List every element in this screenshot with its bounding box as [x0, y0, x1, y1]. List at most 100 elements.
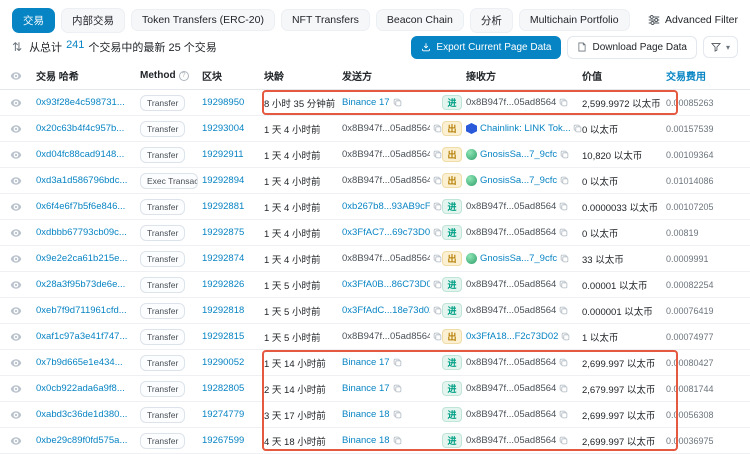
- to-address-link[interactable]: 0x8B947f...05ad8564: [466, 383, 556, 394]
- info-icon[interactable]: ?: [178, 70, 189, 81]
- tab-token-transfers[interactable]: Token Transfers (ERC-20): [131, 9, 275, 31]
- eye-icon[interactable]: [10, 357, 36, 369]
- copy-icon[interactable]: [560, 254, 569, 263]
- method-badge[interactable]: Transfer: [140, 250, 186, 267]
- tx-hash-link[interactable]: 0x28a3f95b73de6e...: [36, 279, 125, 290]
- copy-icon[interactable]: [433, 306, 442, 315]
- eye-icon[interactable]: [10, 331, 36, 343]
- from-address-link[interactable]: 0x8B947f...05ad8564: [342, 331, 430, 342]
- copy-icon[interactable]: [393, 98, 402, 107]
- block-link[interactable]: 19282805: [202, 383, 244, 394]
- to-address-link[interactable]: 0x8B947f...05ad8564: [466, 409, 556, 420]
- filter-dropdown-button[interactable]: ▾: [702, 36, 738, 58]
- method-badge[interactable]: Transfer: [140, 224, 186, 241]
- from-address-link[interactable]: Binance 17: [342, 97, 390, 108]
- tx-hash-link[interactable]: 0x6f4e6f7b5f6e846...: [36, 201, 125, 212]
- eye-icon[interactable]: [10, 70, 36, 82]
- block-link[interactable]: 19292911: [202, 149, 244, 160]
- tx-hash-link[interactable]: 0xdbbb67793cb09c...: [36, 227, 127, 238]
- block-link[interactable]: 19292875: [202, 227, 244, 238]
- tab-analytics[interactable]: 分析: [469, 7, 513, 33]
- copy-icon[interactable]: [559, 436, 568, 445]
- tx-hash-link[interactable]: 0xbe29c89f0fd575a...: [36, 435, 127, 446]
- method-badge[interactable]: Transfer: [140, 276, 186, 293]
- from-address-link[interactable]: 0x8B947f...05ad8564: [342, 123, 430, 134]
- method-badge[interactable]: Transfer: [140, 354, 186, 371]
- to-address-link[interactable]: GnosisSa...7_9cfc: [480, 149, 557, 160]
- block-link[interactable]: 19292815: [202, 331, 244, 342]
- block-link[interactable]: 19293004: [202, 123, 244, 134]
- from-address-link[interactable]: 0x8B947f...05ad8564: [342, 175, 430, 186]
- method-badge[interactable]: Transfer: [140, 406, 186, 423]
- tab-nft-transfers[interactable]: NFT Transfers: [280, 9, 370, 31]
- header-txn-fee[interactable]: 交易费用: [666, 68, 740, 83]
- method-badge[interactable]: Transfer: [140, 120, 186, 137]
- copy-icon[interactable]: [433, 228, 442, 237]
- from-address-link[interactable]: Binance 17: [342, 383, 390, 394]
- copy-icon[interactable]: [559, 384, 568, 393]
- copy-icon[interactable]: [433, 124, 442, 133]
- copy-icon[interactable]: [433, 176, 442, 185]
- sort-icon[interactable]: ⇅: [12, 40, 22, 54]
- copy-icon[interactable]: [560, 150, 569, 159]
- tx-hash-link[interactable]: 0x93f28e4c598731...: [36, 97, 125, 108]
- from-address-link[interactable]: 0x8B947f...05ad8564: [342, 149, 430, 160]
- tx-hash-link[interactable]: 0x9e2e2ca61b215e...: [36, 253, 127, 264]
- eye-icon[interactable]: [10, 435, 36, 447]
- method-badge[interactable]: Transfer: [140, 198, 186, 215]
- to-address-link[interactable]: GnosisSa...7_9cfc: [480, 253, 557, 264]
- tx-hash-link[interactable]: 0x7b9d665e1e434...: [36, 357, 123, 368]
- method-badge[interactable]: Transfer: [140, 94, 186, 111]
- tx-hash-link[interactable]: 0xeb7f9d711961cfd...: [36, 305, 127, 316]
- eye-icon[interactable]: [10, 123, 36, 135]
- block-link[interactable]: 19292881: [202, 201, 244, 212]
- copy-icon[interactable]: [559, 410, 568, 419]
- copy-icon[interactable]: [573, 124, 582, 133]
- method-badge[interactable]: Exec Transact...: [140, 172, 198, 189]
- copy-icon[interactable]: [559, 228, 568, 237]
- block-link[interactable]: 19292894: [202, 175, 244, 186]
- eye-icon[interactable]: [10, 279, 36, 291]
- tx-hash-link[interactable]: 0xd04fc88cad9148...: [36, 149, 124, 160]
- eye-icon[interactable]: [10, 409, 36, 421]
- copy-icon[interactable]: [561, 332, 570, 341]
- copy-icon[interactable]: [393, 436, 402, 445]
- block-link[interactable]: 19292818: [202, 305, 244, 316]
- to-address-link[interactable]: 0x8B947f...05ad8564: [466, 305, 556, 316]
- from-address-link[interactable]: 0x3FfAC7...69c73D02: [342, 227, 430, 238]
- copy-icon[interactable]: [559, 202, 568, 211]
- from-address-link[interactable]: Binance 17: [342, 357, 390, 368]
- to-address-link[interactable]: 0x8B947f...05ad8564: [466, 201, 556, 212]
- eye-icon[interactable]: [10, 227, 36, 239]
- from-address-link[interactable]: 0x8B947f...05ad8564: [342, 253, 430, 264]
- copy-icon[interactable]: [560, 176, 569, 185]
- eye-icon[interactable]: [10, 383, 36, 395]
- block-link[interactable]: 19292826: [202, 279, 244, 290]
- eye-icon[interactable]: [10, 305, 36, 317]
- tx-hash-link[interactable]: 0x0cb922ada6a9f8...: [36, 383, 125, 394]
- header-age[interactable]: 块龄: [264, 68, 342, 83]
- copy-icon[interactable]: [559, 98, 568, 107]
- tab-transactions[interactable]: 交易: [12, 7, 55, 33]
- to-address-link[interactable]: 0x8B947f...05ad8564: [466, 435, 556, 446]
- download-page-data-button[interactable]: Download Page Data: [567, 35, 697, 59]
- block-link[interactable]: 19298950: [202, 97, 244, 108]
- method-badge[interactable]: Transfer: [140, 380, 186, 397]
- to-address-link[interactable]: 0x8B947f...05ad8564: [466, 227, 556, 238]
- method-badge[interactable]: Transfer: [140, 302, 186, 319]
- tx-hash-link[interactable]: 0x20c63b4f4c957b...: [36, 123, 124, 134]
- copy-icon[interactable]: [393, 410, 402, 419]
- to-address-link[interactable]: 0x3FfA18...F2c73D02: [466, 331, 558, 342]
- copy-icon[interactable]: [433, 254, 442, 263]
- copy-icon[interactable]: [433, 202, 442, 211]
- copy-icon[interactable]: [433, 332, 442, 341]
- method-badge[interactable]: Transfer: [140, 328, 186, 345]
- copy-icon[interactable]: [559, 306, 568, 315]
- tx-hash-link[interactable]: 0xaf1c97a3e41f747...: [36, 331, 127, 342]
- from-address-link[interactable]: 0x3FfA0B...86C73D02: [342, 279, 430, 290]
- tab-internal-transactions[interactable]: 内部交易: [61, 7, 125, 33]
- from-address-link[interactable]: Binance 18: [342, 409, 390, 420]
- copy-icon[interactable]: [559, 358, 568, 367]
- copy-icon[interactable]: [559, 280, 568, 289]
- from-address-link[interactable]: 0xb267b8...93AB9cFC: [342, 201, 430, 212]
